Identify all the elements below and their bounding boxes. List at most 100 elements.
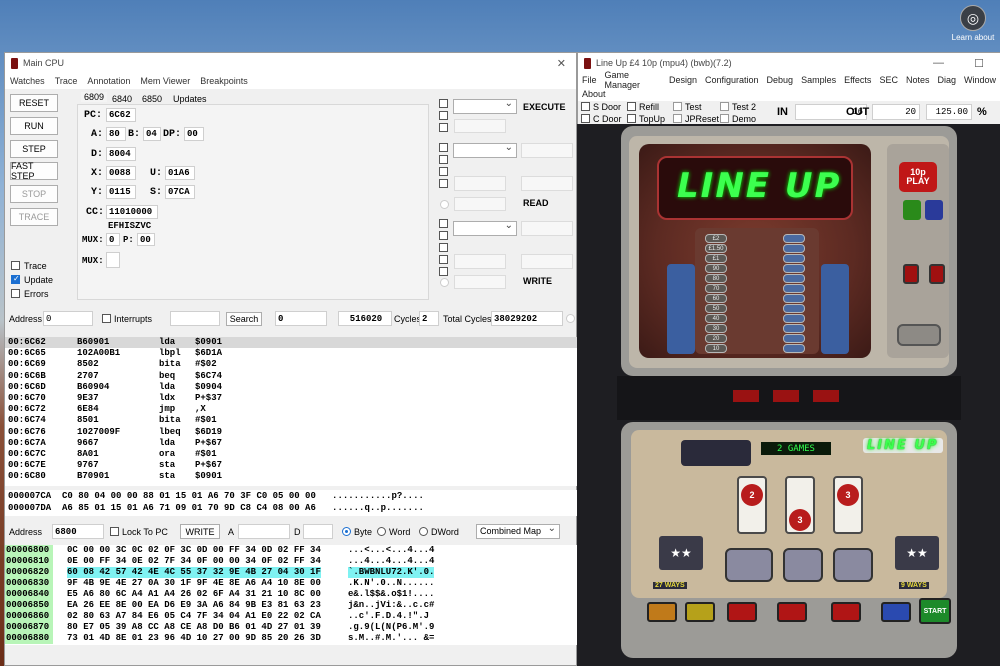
test2-checkbox[interactable] <box>720 102 729 111</box>
disasm-row[interactable]: 00:6C65 102A00B1 lbpl $6D1A <box>5 348 577 359</box>
disasm-row[interactable]: 00:6C62 B60901 lda $0901 <box>5 337 577 349</box>
hex-row[interactable]: 00006830 9F 4B 9E 4E 27 0A 30 1F 9F 4E 8E… <box>5 578 577 589</box>
word-radio[interactable] <box>377 527 386 536</box>
mux-field[interactable]: 0 <box>106 233 120 246</box>
hold-button-1[interactable] <box>647 602 677 622</box>
maximize-icon[interactable]: ☐ <box>974 57 984 70</box>
tab-6850[interactable]: 6850 <box>142 94 162 104</box>
hold-button-3[interactable] <box>727 602 757 622</box>
exec-check-3[interactable] <box>439 123 448 132</box>
reset-button[interactable]: RESET <box>10 94 58 112</box>
cc-field[interactable]: 11010000 <box>106 205 158 219</box>
read-input-2[interactable] <box>454 197 506 211</box>
b-field[interactable]: 04 <box>143 127 161 141</box>
disassembly-view[interactable]: 00:6C62 B60901 lda $0901 00:6C65 102A00B1 lbpl… <box>5 337 577 486</box>
minimize-icon[interactable]: — <box>933 57 944 69</box>
menu-mem-viewer[interactable]: Mem Viewer <box>135 76 195 86</box>
fast-step-button[interactable]: FAST STEP <box>10 161 58 181</box>
lock-to-pc-checkbox[interactable] <box>110 527 119 536</box>
menu-design[interactable]: Design <box>665 75 701 85</box>
y-field[interactable]: 0115 <box>106 185 136 199</box>
menu-trace[interactable]: Trace <box>50 76 83 86</box>
hex-row[interactable]: 00006860 02 80 63 A7 84 E6 05 C4 7F 34 04… <box>5 611 577 622</box>
a-value-input[interactable] <box>238 524 290 539</box>
d-value-input[interactable] <box>303 524 333 539</box>
memory-map-select[interactable]: Combined Map <box>476 523 560 539</box>
menu-window[interactable]: Window <box>960 75 1000 85</box>
disasm-row[interactable]: 00:6C69 8502 bita #$02 <box>5 359 577 370</box>
fruit-machine-view[interactable]: LINE UP £2 £1.50 £1 90 80 70 60 50 40 30 20 10 10p … <box>577 124 1000 666</box>
read-check-2[interactable] <box>439 155 448 164</box>
disasm-row[interactable]: 00:6C6D B60904 lda $0904 <box>5 382 577 393</box>
search-button[interactable]: Search <box>226 312 262 326</box>
exec-check-1[interactable] <box>439 99 448 108</box>
p-field[interactable]: 00 <box>137 233 155 246</box>
learn-about-widget[interactable]: ◎ Learn about <box>946 5 1000 42</box>
pc-field[interactable]: 6C62 <box>106 108 136 122</box>
step-button[interactable]: STEP <box>10 140 58 158</box>
disasm-row[interactable]: 00:6C80 B70901 sta $0901 <box>5 471 577 482</box>
test-checkbox[interactable] <box>673 102 682 111</box>
disasm-row[interactable]: 00:6C7E 9767 sta P+$67 <box>5 460 577 471</box>
hex-row[interactable]: 00006850 EA 26 EE 8E 00 EA D6 E9 3A A6 84… <box>5 600 577 611</box>
s-door-checkbox[interactable] <box>581 102 590 111</box>
interrupts-checkbox[interactable] <box>102 314 111 323</box>
menu-samples[interactable]: Samples <box>797 75 840 85</box>
hold-button-2[interactable] <box>685 602 715 622</box>
total-radio[interactable] <box>566 314 575 323</box>
dp-field[interactable]: 00 <box>184 127 204 141</box>
demo-checkbox[interactable] <box>720 114 729 123</box>
menu-breakpoints[interactable]: Breakpoints <box>195 76 253 86</box>
disasm-row[interactable]: 00:6C74 8501 bita #$01 <box>5 415 577 426</box>
menu-sec[interactable]: SEC <box>875 75 902 85</box>
mem-address-input[interactable]: 6800 <box>52 524 104 539</box>
mux2-field[interactable] <box>106 252 120 268</box>
update-checkbox[interactable] <box>11 274 20 284</box>
start-button[interactable]: START <box>919 598 951 624</box>
byte-radio[interactable] <box>342 527 351 536</box>
read-input[interactable] <box>454 176 506 191</box>
write-check-5[interactable] <box>439 267 448 276</box>
read-check-3[interactable] <box>439 167 448 176</box>
write-radio[interactable] <box>440 278 449 287</box>
menu-effects[interactable]: Effects <box>840 75 875 85</box>
hex-row[interactable]: 00006810 0E 00 FF 34 0E 02 7F 34 0F 00 00… <box>5 556 577 567</box>
hex-memory-view[interactable]: 00006800 0C 00 00 3C 0C 02 0F 3C 0D 00 FF… <box>5 545 577 645</box>
stack-memory-view[interactable]: 000007CA C0 80 04 00 00 88 01 15 01 A6 7… <box>5 490 577 516</box>
write-input-2[interactable] <box>454 275 506 289</box>
d-field[interactable]: 8004 <box>106 147 136 161</box>
hex-row[interactable]: 00006800 0C 00 00 3C 0C 02 0F 3C 0D 00 FF… <box>5 545 577 556</box>
menu-about[interactable]: About <box>578 89 610 99</box>
menu-configuration[interactable]: Configuration <box>701 75 763 85</box>
disasm-row[interactable]: 00:6C7A 9667 lda P+$67 <box>5 438 577 449</box>
execute-input[interactable] <box>454 119 506 133</box>
write-check-2[interactable] <box>439 231 448 240</box>
trace-checkbox[interactable] <box>11 261 20 270</box>
tab-updates[interactable]: Updates <box>173 94 207 104</box>
disasm-row[interactable]: 00:6C70 9E37 ldx P+$37 <box>5 393 577 404</box>
read-check-4[interactable] <box>439 179 448 188</box>
hex-row[interactable]: 00006840 E5 A6 80 6C A4 A1 A4 26 02 6F A4… <box>5 589 577 600</box>
hex-row[interactable]: 00006880 73 01 4D 8E 01 23 96 4D 10 27 00… <box>5 633 577 644</box>
x-field[interactable]: 0088 <box>106 166 136 180</box>
close-icon[interactable]: ✕ <box>557 57 566 70</box>
search-input[interactable] <box>170 311 220 326</box>
read-select[interactable] <box>453 142 517 158</box>
hold-button-5[interactable] <box>831 602 861 622</box>
menu-annotation[interactable]: Annotation <box>82 76 135 86</box>
hex-row[interactable]: 00006820 60 08 42 57 42 4E 4C 55 37 32 9E… <box>5 567 577 578</box>
disasm-row[interactable]: 00:6C7C 8A01 ora #$01 <box>5 449 577 460</box>
tab-6840[interactable]: 6840 <box>112 94 132 104</box>
read-check-1[interactable] <box>439 143 448 152</box>
write-check-1[interactable] <box>439 219 448 228</box>
execute-select[interactable] <box>453 98 517 114</box>
read-radio[interactable] <box>440 200 449 209</box>
exec-check-2[interactable] <box>439 111 448 120</box>
address-input[interactable]: 0 <box>43 311 93 326</box>
run-button[interactable]: RUN <box>10 117 58 135</box>
menu-notes[interactable]: Notes <box>902 75 934 85</box>
mem-write-button[interactable]: WRITE <box>180 524 220 539</box>
menu-watches[interactable]: Watches <box>5 76 50 86</box>
jpreset-checkbox[interactable] <box>673 114 682 123</box>
menu-debug[interactable]: Debug <box>763 75 798 85</box>
